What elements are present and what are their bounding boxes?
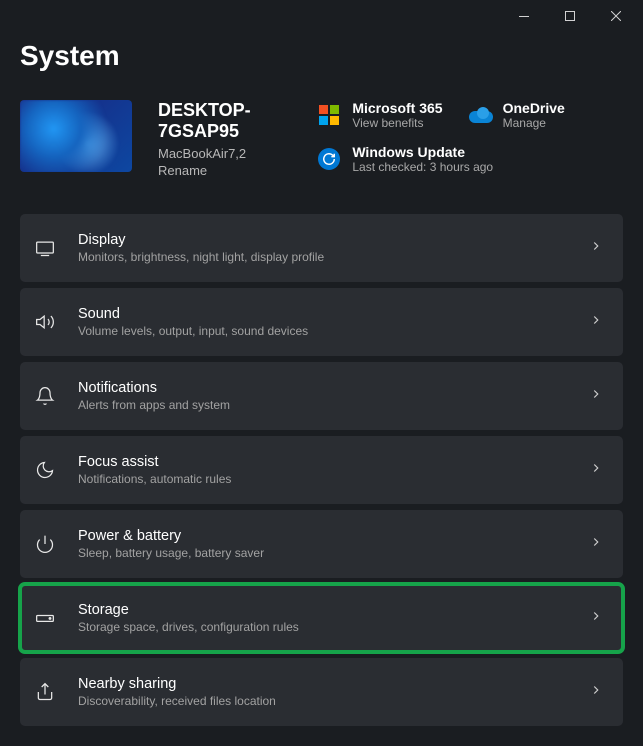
setting-sub: Volume levels, output, input, sound devi… <box>78 324 567 338</box>
setting-sub: Monitors, brightness, night light, displ… <box>78 250 567 264</box>
cloud-icon <box>469 104 491 126</box>
tile-sub: Last checked: 3 hours ago <box>352 160 493 174</box>
page-title: System <box>20 40 623 72</box>
setting-nearby-sharing[interactable]: Nearby sharing Discoverability, received… <box>20 658 623 726</box>
maximize-button[interactable] <box>547 1 593 31</box>
setting-title: Sound <box>78 306 567 322</box>
chevron-right-icon <box>589 535 603 554</box>
device-thumbnail[interactable] <box>20 100 132 172</box>
speaker-icon <box>34 311 56 333</box>
setting-power-battery[interactable]: Power & battery Sleep, battery usage, ba… <box>20 510 623 578</box>
setting-title: Notifications <box>78 380 567 396</box>
chevron-right-icon <box>589 683 603 702</box>
setting-sub: Alerts from apps and system <box>78 398 567 412</box>
device-model: MacBookAir7,2 <box>158 146 276 161</box>
setting-sub: Storage space, drives, configuration rul… <box>78 620 567 634</box>
tile-sub: View benefits <box>352 116 442 130</box>
setting-sound[interactable]: Sound Volume levels, output, input, soun… <box>20 288 623 356</box>
moon-icon <box>34 459 56 481</box>
minimize-button[interactable] <box>501 1 547 31</box>
power-icon <box>34 533 56 555</box>
tile-title: Windows Update <box>352 144 493 160</box>
setting-title: Display <box>78 232 567 248</box>
tile-windows-update[interactable]: Windows Update Last checked: 3 hours ago <box>318 144 623 174</box>
setting-title: Storage <box>78 602 567 618</box>
drive-icon <box>34 607 56 629</box>
tile-microsoft365[interactable]: Microsoft 365 View benefits <box>318 100 442 130</box>
chevron-right-icon <box>589 313 603 332</box>
titlebar <box>0 0 643 32</box>
wallpaper-swirl <box>20 100 132 172</box>
display-icon <box>34 237 56 259</box>
chevron-right-icon <box>589 239 603 258</box>
chevron-right-icon <box>589 461 603 480</box>
tile-title: Microsoft 365 <box>352 100 442 116</box>
device-info-row: DESKTOP-7GSAP95 MacBookAir7,2 Rename Mic… <box>20 100 623 178</box>
setting-storage[interactable]: Storage Storage space, drives, configura… <box>20 584 623 652</box>
device-meta: DESKTOP-7GSAP95 MacBookAir7,2 Rename <box>158 100 276 178</box>
setting-title: Focus assist <box>78 454 567 470</box>
settings-list: Display Monitors, brightness, night ligh… <box>20 214 623 726</box>
microsoft-logo-icon <box>318 104 340 126</box>
setting-sub: Sleep, battery usage, battery saver <box>78 546 567 560</box>
device-name: DESKTOP-7GSAP95 <box>158 100 276 142</box>
setting-focus-assist[interactable]: Focus assist Notifications, automatic ru… <box>20 436 623 504</box>
tile-sub: Manage <box>503 116 565 130</box>
chevron-right-icon <box>589 609 603 628</box>
setting-notifications[interactable]: Notifications Alerts from apps and syste… <box>20 362 623 430</box>
share-icon <box>34 681 56 703</box>
setting-sub: Discoverability, received files location <box>78 694 567 708</box>
sync-icon <box>318 148 340 170</box>
setting-display[interactable]: Display Monitors, brightness, night ligh… <box>20 214 623 282</box>
setting-title: Nearby sharing <box>78 676 567 692</box>
tile-title: OneDrive <box>503 100 565 116</box>
bell-icon <box>34 385 56 407</box>
setting-title: Power & battery <box>78 528 567 544</box>
rename-link[interactable]: Rename <box>158 163 276 178</box>
close-button[interactable] <box>593 1 639 31</box>
chevron-right-icon <box>589 387 603 406</box>
setting-sub: Notifications, automatic rules <box>78 472 567 486</box>
tile-onedrive[interactable]: OneDrive Manage <box>469 100 565 130</box>
quick-tiles: Microsoft 365 View benefits OneDrive Man… <box>318 100 623 174</box>
